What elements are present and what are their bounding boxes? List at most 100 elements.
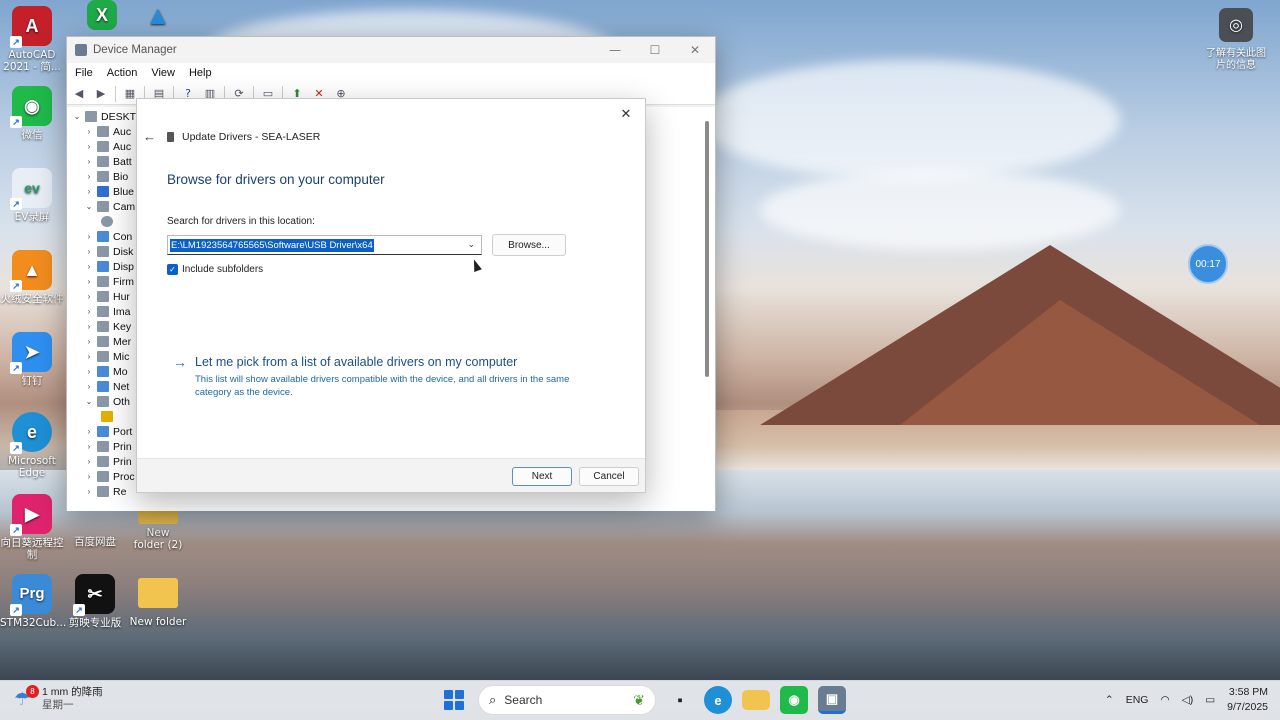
clock-date: 9/7/2025	[1227, 701, 1268, 713]
file-explorer-icon[interactable]	[742, 690, 770, 710]
processor-icon	[97, 471, 109, 482]
monitors-icon	[97, 366, 109, 377]
battery-icon[interactable]: ▭	[1205, 694, 1215, 706]
desktop-icon-autocad[interactable]: A ↗ AutoCAD 2021 - 简...	[0, 6, 64, 73]
include-subfolders-checkbox[interactable]: ✓ Include subfolders	[167, 264, 263, 275]
checkmark-icon[interactable]: ✓	[167, 264, 178, 275]
page-heading: Browse for drivers on your computer	[167, 172, 385, 187]
clock[interactable]: 3:58 PM 9/7/2025	[1227, 685, 1268, 715]
menu-file[interactable]: File	[75, 67, 93, 79]
chevron-down-icon[interactable]: ⌄	[467, 239, 475, 250]
system-tray: ⌃ ENG ◠ ◁) ▭ 3:58 PM 9/7/2025	[1105, 685, 1268, 715]
maximize-icon[interactable]: ☐	[635, 37, 675, 63]
desktop-icon-label: EV录屏	[14, 211, 50, 223]
desktop-icon-dingtalk[interactable]: ➤ ↗ 钉钉	[0, 332, 64, 387]
audio-icon	[97, 141, 109, 152]
sunlogin-icon: ▶ ↗	[10, 494, 52, 536]
desktop-icon-edge[interactable]: e ↗ Microsoft Edge	[0, 412, 64, 479]
desktop-icon-label: 百度网盘	[74, 536, 116, 548]
task-view-icon[interactable]: ▪	[666, 686, 694, 714]
desktop-icon-label: Microsoft Edge	[8, 455, 56, 479]
cloud	[700, 60, 1120, 180]
chevron-up-icon[interactable]: ⌃	[1105, 694, 1114, 706]
start-windows-icon[interactable]	[440, 686, 468, 714]
desktop-icon-label: 微信	[21, 129, 43, 141]
device-icon	[167, 132, 174, 142]
weather-line1: 1 mm 的降雨	[42, 686, 103, 698]
forward-arrow-icon[interactable]: ▶	[93, 86, 109, 102]
wifi-icon[interactable]: ◠	[1160, 694, 1169, 706]
back-arrow-icon[interactable]: ←	[143, 129, 156, 144]
driver-path-combobox[interactable]: E:\LM1923564765565\Software\USB Driver\x…	[167, 235, 482, 255]
flame-icon: ▲ ↗	[10, 250, 52, 292]
desktop-icon-stm32[interactable]: Prg ↗ STM32Cub...	[0, 574, 66, 629]
taskbar-apps: ⌕ Search ❦ ▪ e ◉ ▣	[440, 685, 846, 715]
menu-help[interactable]: Help	[189, 67, 212, 79]
weather-line2: 星期一	[42, 699, 74, 711]
desktop-icon-sunlogin[interactable]: ▶ ↗ 向日葵远程控制	[0, 494, 64, 561]
desktop-icon-new-folder[interactable]: New folder	[126, 578, 190, 628]
edge-icon: e ↗	[10, 412, 52, 454]
ev-recorder-icon: ev ↗	[10, 168, 52, 210]
search-location-label: Search for drivers in this location:	[167, 216, 315, 227]
desktop-icon-baidu-netdisk[interactable]: 百度网盘	[63, 510, 127, 548]
learn-about-picture[interactable]: ◎ 了解有关此图片的信息	[1206, 8, 1266, 72]
update-drivers-dialog[interactable]: ✕ ← Update Drivers - SEA-LASER Browse fo…	[136, 98, 646, 493]
stm32-programmer-icon: Prg ↗	[10, 574, 52, 616]
volume-icon[interactable]: ◁)	[1182, 694, 1194, 706]
menu-view[interactable]: View	[151, 67, 175, 79]
search-highlight-icon: ❦	[633, 691, 645, 708]
app-icon: ▲	[145, 0, 171, 30]
desktop-icon-wechat[interactable]: ◉ ↗ 微信	[0, 86, 64, 141]
desktop-icon-partial-green[interactable]: X	[70, 0, 134, 33]
volcano-shade	[900, 300, 1260, 425]
network-icon	[97, 381, 109, 392]
pick-driver-link[interactable]: → Let me pick from a list of available d…	[173, 354, 517, 370]
desktop-icon-label: 火绒安全软件	[0, 293, 64, 305]
device-manager-task-icon[interactable]: ▣	[818, 686, 846, 714]
device-manager-icon	[75, 44, 87, 56]
back-arrow-icon[interactable]: ◀	[71, 86, 87, 102]
desktop-icon-ev[interactable]: ev ↗ EV录屏	[0, 168, 64, 223]
port-icon	[97, 426, 109, 437]
pick-driver-link-text[interactable]: Let me pick from a list of available dri…	[195, 355, 517, 369]
capcut-icon: ✂ ↗	[73, 574, 115, 616]
browse-button[interactable]: Browse...	[492, 234, 566, 256]
firmware-icon	[97, 276, 109, 287]
webcam-icon	[101, 216, 113, 227]
desktop-icon-label: AutoCAD 2021 - 简...	[3, 49, 61, 73]
driver-path-value[interactable]: E:\LM1923564765565\Software\USB Driver\x…	[170, 238, 374, 252]
other-devices-icon	[97, 396, 109, 407]
desktop-icon-label: 钉钉	[21, 375, 43, 387]
recording-timer[interactable]: 00:17	[1188, 244, 1228, 284]
window-title: Device Manager	[93, 44, 177, 56]
desktop-icon-new-folder-2[interactable]: New folder (2)	[126, 504, 190, 551]
desktop-icon-label: 剪映专业版	[68, 617, 122, 629]
wechat-icon[interactable]: ◉	[780, 686, 808, 714]
learn-about-picture-label: 了解有关此图片的信息	[1206, 48, 1266, 71]
language-indicator[interactable]: ENG	[1126, 694, 1149, 706]
menu-action[interactable]: Action	[107, 67, 138, 79]
cancel-button[interactable]: Cancel	[579, 467, 639, 486]
close-icon[interactable]: ✕	[675, 37, 715, 63]
search-icon: ⌕	[489, 692, 497, 707]
desktop-icon-huorong[interactable]: ▲ ↗ 火绒安全软件	[0, 250, 64, 305]
search-box[interactable]: ⌕ Search ❦	[478, 685, 656, 715]
desktop-icon-capcut[interactable]: ✂ ↗ 剪映专业版	[63, 574, 127, 629]
desktop-icon-partial-blue[interactable]: ▲	[126, 0, 190, 33]
weather-widget[interactable]: ☂ 8 1 mm 的降雨 星期一	[14, 685, 103, 712]
battery-icon	[97, 156, 109, 167]
arrow-right-icon: →	[173, 354, 187, 370]
hid-icon	[97, 291, 109, 302]
edge-icon[interactable]: e	[704, 686, 732, 714]
minimize-icon[interactable]: —	[595, 37, 635, 63]
dialog-footer: Next Cancel	[137, 458, 645, 492]
app-icon: X	[87, 0, 117, 30]
rain-umbrella-icon: ☂ 8	[14, 685, 39, 710]
next-button[interactable]: Next	[512, 467, 572, 486]
close-icon[interactable]: ✕	[615, 103, 637, 125]
audio-icon	[97, 126, 109, 137]
clock-time: 3:58 PM	[1228, 686, 1268, 698]
vertical-scrollbar[interactable]	[705, 121, 709, 377]
camera-icon	[97, 201, 109, 212]
